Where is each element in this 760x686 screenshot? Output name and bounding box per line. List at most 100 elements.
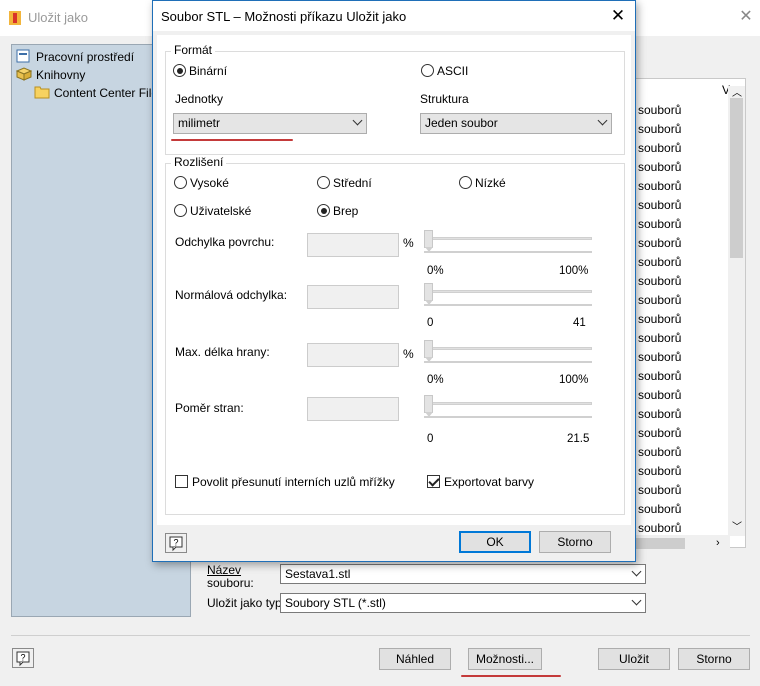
radio-indicator[interactable] [421, 64, 434, 77]
low-label: Nízké [475, 176, 506, 190]
help-icon: ? [16, 651, 30, 667]
save-type-combo[interactable]: Soubory STL (*.stl) [280, 593, 646, 613]
aspect-ratio-input[interactable] [307, 397, 399, 421]
medium-radio[interactable]: Střední [317, 176, 372, 190]
list-item[interactable]: souborů [638, 443, 718, 462]
radio-indicator[interactable] [173, 64, 186, 77]
list-item[interactable]: souborů [638, 291, 718, 310]
dialog-cancel-button[interactable]: Storno [539, 531, 611, 553]
radio-indicator[interactable] [174, 204, 187, 217]
allow-moving-nodes-checkbox[interactable]: Povolit přesunutí interních uzlů mřížky [175, 475, 395, 489]
options-button[interactable]: Možnosti... [468, 648, 542, 670]
filename-combo[interactable]: Sestava1.stl [280, 564, 646, 584]
list-item[interactable]: souborů [638, 424, 718, 443]
radio-indicator[interactable] [317, 176, 330, 189]
structure-select[interactable]: Jeden soubor [420, 113, 612, 134]
slider-thumb[interactable] [424, 230, 433, 252]
binary-radio[interactable]: Binární [173, 64, 227, 78]
scroll-down-icon[interactable]: ﹀ [732, 518, 742, 533]
help-icon: ? [169, 536, 183, 552]
chevron-down-icon[interactable] [631, 566, 642, 577]
cancel-button[interactable]: Storno [678, 648, 750, 670]
chevron-down-icon[interactable] [352, 115, 363, 126]
allow-moving-nodes-label: Povolit přesunutí interních uzlů mřížky [192, 475, 395, 489]
max-edge-length-input[interactable] [307, 343, 399, 367]
list-item[interactable]: souborů [638, 310, 718, 329]
save-button[interactable]: Uložit [598, 648, 670, 670]
workspace-icon [16, 49, 32, 63]
units-label: Jednotky [175, 92, 224, 106]
checkbox-indicator[interactable] [427, 475, 440, 488]
custom-radio[interactable]: Uživatelské [174, 204, 251, 218]
surface-deviation-input[interactable] [307, 233, 399, 257]
radio-indicator[interactable] [174, 176, 187, 189]
radio-indicator[interactable] [459, 176, 472, 189]
tree-item-workspace[interactable]: Pracovní prostředí [16, 48, 134, 66]
help-button[interactable]: ? [165, 533, 187, 553]
slider-min-label: 0% [427, 265, 444, 277]
chevron-down-icon[interactable] [597, 115, 608, 126]
list-item[interactable]: souborů [638, 462, 718, 481]
tree-item-label: Content Center Files [54, 86, 165, 100]
list-item[interactable]: souborů [638, 405, 718, 424]
list-item[interactable]: souborů [638, 177, 718, 196]
surface-deviation-slider[interactable] [424, 237, 592, 240]
list-item[interactable]: souborů [638, 500, 718, 519]
slider-max-label: 41 [573, 317, 586, 329]
slider-thumb[interactable] [424, 283, 433, 305]
list-item[interactable]: souborů [638, 101, 718, 120]
dialog-title: Soubor STL – Možnosti příkazu Uložit jak… [161, 9, 407, 24]
list-item[interactable]: souborů [638, 367, 718, 386]
brep-radio[interactable]: Brep [317, 204, 358, 218]
export-colors-label: Exportovat barvy [444, 475, 535, 489]
annotation-underline [171, 139, 293, 141]
resolution-group-title: Rozlišení [171, 155, 227, 169]
low-radio[interactable]: Nízké [459, 176, 506, 190]
list-item[interactable]: souborů [638, 329, 718, 348]
annotation-underline [461, 675, 561, 677]
scroll-up-icon[interactable]: ︿ [732, 84, 742, 99]
aspect-ratio-slider[interactable] [424, 402, 592, 405]
tree-item-libraries[interactable]: Knihovny [15, 66, 85, 84]
save-type-label: Uložit jako typ: [207, 596, 286, 610]
export-colors-checkbox[interactable]: Exportovat barvy [427, 475, 534, 489]
list-item[interactable]: souborů [638, 215, 718, 234]
help-button[interactable]: ? [12, 648, 34, 668]
ok-button[interactable]: OK [459, 531, 531, 553]
scrollbar-thumb[interactable] [630, 538, 685, 549]
list-item[interactable]: souborů [638, 196, 718, 215]
list-item[interactable]: souborů [638, 253, 718, 272]
list-item[interactable]: souborů [638, 481, 718, 500]
list-item[interactable]: souborů [638, 386, 718, 405]
radio-indicator[interactable] [317, 204, 330, 217]
list-item[interactable]: souborů [638, 120, 718, 139]
list-item[interactable]: souborů [638, 158, 718, 177]
chevron-down-icon[interactable] [631, 595, 642, 606]
checkbox-indicator[interactable] [175, 475, 188, 488]
units-value: milimetr [178, 116, 220, 130]
slider-max-label: 21.5 [567, 433, 590, 445]
slider-thumb[interactable] [424, 340, 433, 362]
slider-thumb[interactable] [424, 395, 433, 417]
close-icon[interactable]: ✕ [738, 9, 754, 25]
preview-button[interactable]: Náhled [379, 648, 451, 670]
list-item[interactable]: souborů [638, 139, 718, 158]
high-radio[interactable]: Vysoké [174, 176, 229, 190]
scroll-right-icon[interactable]: › [716, 537, 720, 549]
list-item[interactable]: souborů [638, 348, 718, 367]
list-item[interactable]: souborů [638, 272, 718, 291]
normal-deviation-input[interactable] [307, 285, 399, 309]
filename-label: souboru: [207, 576, 254, 590]
custom-label: Uživatelské [190, 204, 252, 218]
filename-label: Název [207, 563, 242, 577]
ascii-radio[interactable]: ASCII [421, 64, 468, 78]
scrollbar-thumb[interactable] [730, 98, 743, 258]
close-icon[interactable]: ✕ [609, 7, 627, 25]
normal-deviation-slider[interactable] [424, 290, 592, 293]
slider-tick-line [424, 304, 592, 306]
max-edge-length-slider[interactable] [424, 347, 592, 350]
slider-tick-line [424, 251, 592, 253]
list-item[interactable]: souborů [638, 234, 718, 253]
binary-label: Binární [189, 64, 228, 78]
units-select[interactable]: milimetr [173, 113, 367, 134]
